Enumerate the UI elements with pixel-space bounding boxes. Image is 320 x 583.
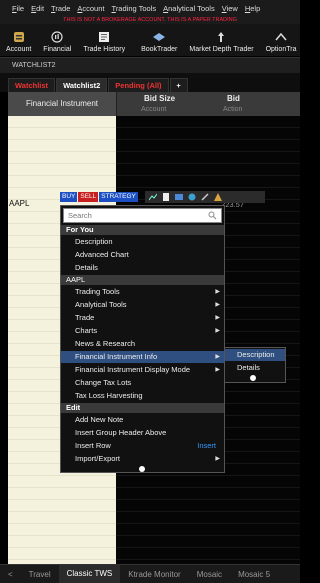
booktrader-icon bbox=[152, 31, 166, 43]
account-icon bbox=[12, 31, 26, 43]
watchlist-tabs: Watchlist Watchlist2 Pending (All) + bbox=[0, 78, 300, 92]
menu-item-news-research[interactable]: News & Research bbox=[61, 338, 224, 350]
news-icon[interactable] bbox=[175, 193, 183, 201]
menu-item-add-note[interactable]: Add New Note bbox=[61, 414, 224, 426]
paper-trading-warning: THIS IS NOT A BROKERAGE ACCOUNT. THIS IS… bbox=[0, 17, 300, 24]
chevron-right-icon: ▶ bbox=[215, 328, 220, 334]
menu-item-instrument-info[interactable]: Financial Instrument Info ▶ bbox=[61, 351, 224, 363]
shortcut-label: Insert bbox=[197, 441, 216, 450]
section-aapl: AAPL bbox=[61, 275, 224, 285]
submenu-item-details[interactable]: Details bbox=[225, 362, 285, 374]
menu-item-change-tax-lots[interactable]: Change Tax Lots bbox=[61, 377, 224, 389]
more-items-icon[interactable] bbox=[250, 375, 256, 381]
submenu-item-description[interactable]: Description bbox=[225, 349, 285, 361]
tab-classic-tws[interactable]: Classic TWS bbox=[58, 565, 121, 583]
chevron-right-icon: ▶ bbox=[215, 456, 220, 462]
order-buttons: BUY SELL STRATEGY bbox=[60, 192, 138, 202]
booktrader-button[interactable]: BookTrader bbox=[135, 24, 183, 56]
row-symbol: AAPL bbox=[9, 199, 30, 208]
menu-item-insert-group-header[interactable]: Insert Group Header Above bbox=[61, 427, 224, 439]
tab-travel[interactable]: Travel bbox=[21, 570, 59, 579]
account-header[interactable]: Account bbox=[141, 106, 166, 113]
chevron-right-icon: ▶ bbox=[215, 289, 220, 295]
add-tab-button[interactable]: + bbox=[169, 78, 188, 92]
tab-ktrade-monitor[interactable]: Ktrade Monitor bbox=[120, 570, 188, 579]
menu-item-charts[interactable]: Charts ▶ bbox=[61, 325, 224, 337]
menu-item-import-export[interactable]: Import/Export ▶ bbox=[61, 453, 224, 465]
market-depth-icon bbox=[214, 31, 228, 43]
toolbar: Account Financial Trade History BookTrad… bbox=[0, 24, 300, 56]
financial-icon bbox=[50, 31, 64, 43]
financial-button[interactable]: Financial bbox=[37, 24, 77, 56]
option-trader-button[interactable]: OptionTra bbox=[260, 24, 300, 56]
menu-item-trading-tools[interactable]: Trading Tools ▶ bbox=[61, 286, 224, 298]
menu-trade[interactable]: Trade bbox=[51, 4, 70, 13]
menu-file[interactable]: File bbox=[12, 4, 24, 13]
menu-item-details[interactable]: Details bbox=[61, 262, 224, 274]
menu-search-box bbox=[63, 208, 222, 223]
menu-edit[interactable]: Edit bbox=[31, 4, 44, 13]
document-icon[interactable] bbox=[162, 193, 170, 201]
menu-bar: File Edit Trade Account Trading Tools An… bbox=[0, 0, 300, 17]
account-button[interactable]: Account bbox=[0, 24, 37, 56]
menu-help[interactable]: Help bbox=[245, 4, 260, 13]
context-menu: For You Description Advanced Chart Detai… bbox=[60, 205, 225, 473]
section-edit: Edit bbox=[61, 403, 224, 413]
instrument-column-header[interactable]: Financial Instrument bbox=[8, 92, 117, 116]
buy-button[interactable]: BUY bbox=[60, 192, 78, 202]
chevron-right-icon: ▶ bbox=[215, 315, 220, 321]
tab-mosaic[interactable]: Mosaic bbox=[189, 570, 230, 579]
menu-item-advanced-chart[interactable]: Advanced Chart bbox=[61, 249, 224, 261]
chevron-right-icon: ▶ bbox=[215, 354, 220, 360]
chart-icon[interactable] bbox=[149, 193, 157, 201]
tab-watchlist2[interactable]: Watchlist2 bbox=[56, 78, 108, 92]
bid-header[interactable]: Bid bbox=[227, 94, 240, 103]
instrument-info-submenu: Description Details bbox=[224, 347, 286, 383]
menu-search-input[interactable] bbox=[64, 209, 208, 221]
menu-account[interactable]: Account bbox=[77, 4, 104, 13]
bid-size-header[interactable]: Bid Size bbox=[144, 94, 175, 103]
chevron-right-icon: ▶ bbox=[215, 367, 220, 373]
bottom-layout-tabs: < Travel Classic TWS Ktrade Monitor Mosa… bbox=[0, 564, 300, 583]
menu-trading-tools[interactable]: Trading Tools bbox=[112, 4, 157, 13]
menu-item-trade[interactable]: Trade ▶ bbox=[61, 312, 224, 324]
action-header[interactable]: Action bbox=[223, 106, 242, 113]
tab-mosaic-5[interactable]: Mosaic 5 bbox=[230, 570, 278, 579]
section-for-you: For You bbox=[61, 225, 224, 235]
row-tool-strip bbox=[145, 191, 265, 203]
link-icon[interactable] bbox=[201, 193, 209, 201]
trade-history-icon bbox=[97, 31, 111, 43]
option-trader-icon bbox=[274, 31, 288, 43]
menu-item-description[interactable]: Description bbox=[61, 236, 224, 248]
menu-item-insert-row[interactable]: Insert Row Insert bbox=[61, 440, 224, 452]
chevron-right-icon: ▶ bbox=[215, 302, 220, 308]
table-header: Financial Instrument Bid Size Account Bi… bbox=[8, 92, 300, 116]
menu-item-display-mode[interactable]: Financial Instrument Display Mode ▶ bbox=[61, 364, 224, 376]
alert-icon[interactable] bbox=[214, 193, 222, 201]
strategy-button[interactable]: STRATEGY bbox=[99, 192, 138, 202]
market-depth-trader-button[interactable]: Market Depth Trader bbox=[183, 24, 259, 56]
more-items-icon[interactable] bbox=[139, 466, 145, 472]
tab-pending-all[interactable]: Pending (All) bbox=[108, 78, 169, 92]
menu-item-tax-loss-harvesting[interactable]: Tax Loss Harvesting bbox=[61, 390, 224, 402]
sell-button[interactable]: SELL bbox=[78, 192, 99, 202]
menu-view[interactable]: View bbox=[222, 4, 238, 13]
trade-history-button[interactable]: Trade History bbox=[77, 24, 131, 56]
window-title: WATCHLIST2 bbox=[0, 57, 300, 73]
menu-analytical-tools[interactable]: Analytical Tools bbox=[163, 4, 215, 13]
search-icon bbox=[208, 211, 217, 220]
scroll-left-button[interactable]: < bbox=[0, 570, 21, 579]
globe-icon[interactable] bbox=[188, 193, 196, 201]
menu-item-analytical-tools[interactable]: Analytical Tools ▶ bbox=[61, 299, 224, 311]
tab-watchlist[interactable]: Watchlist bbox=[8, 78, 56, 92]
